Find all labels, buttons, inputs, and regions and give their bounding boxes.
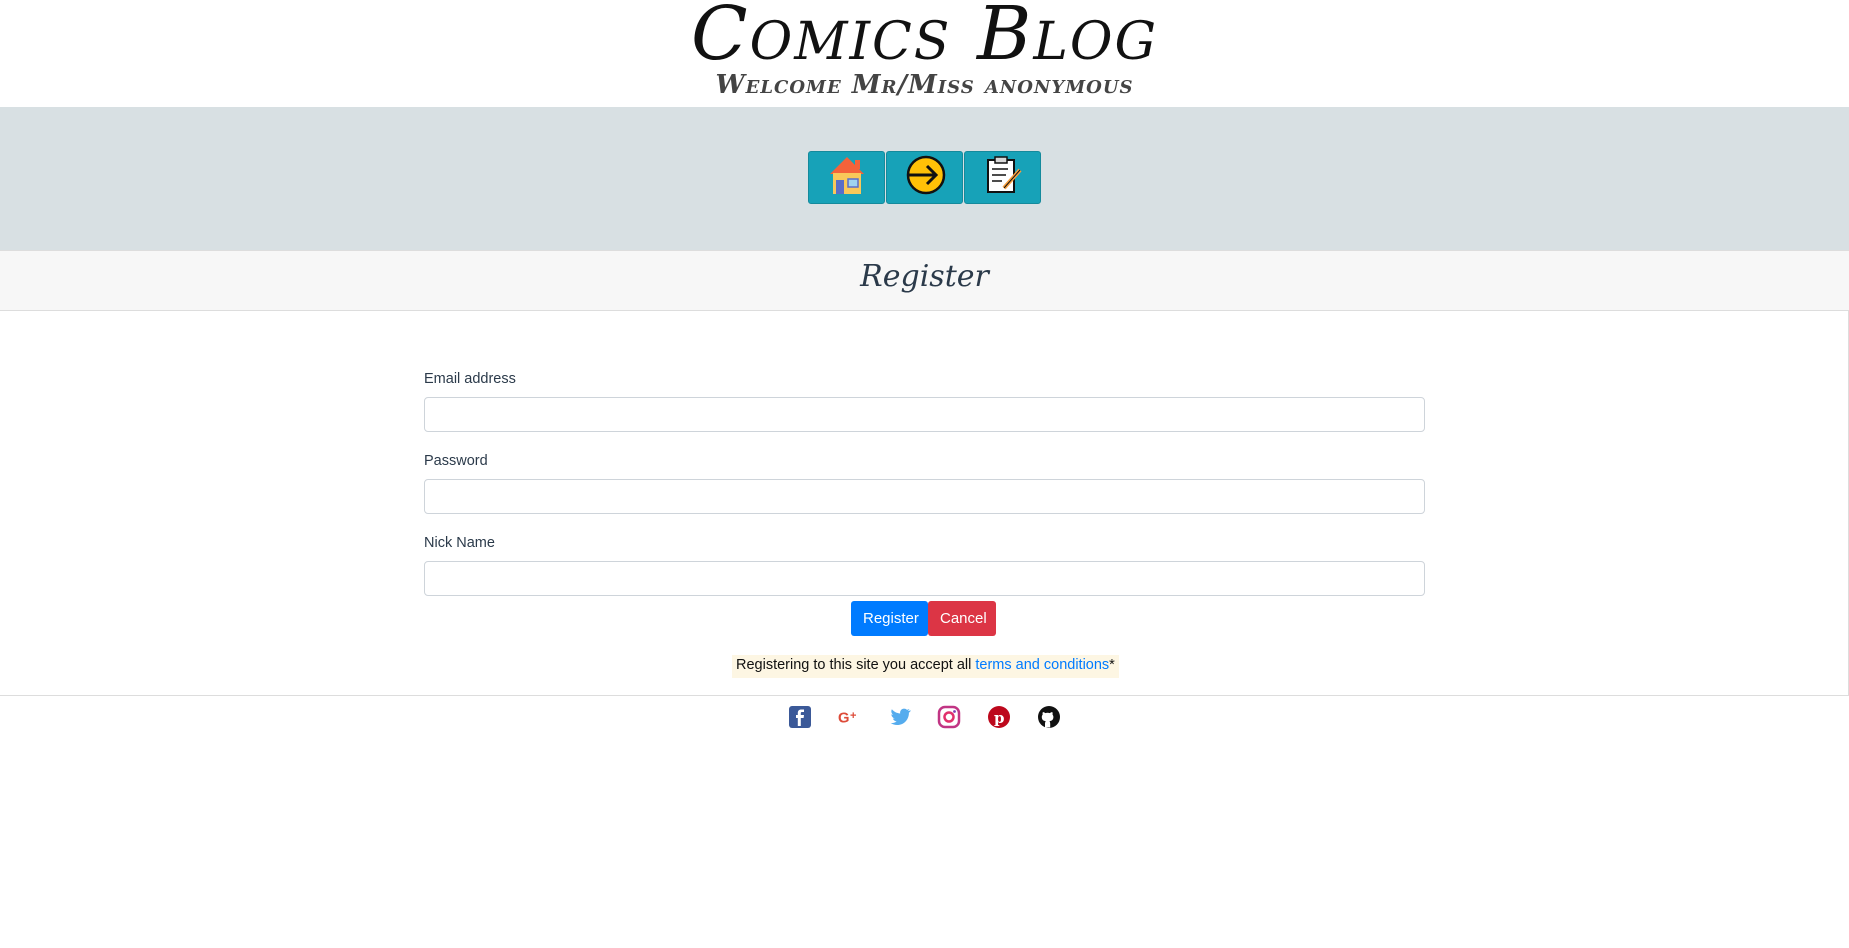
twitter-icon[interactable] xyxy=(888,705,912,729)
nickname-label: Nick Name xyxy=(424,535,495,551)
google-plus-icon[interactable]: G + xyxy=(838,705,862,729)
login-icon xyxy=(903,153,947,202)
footer: G + p xyxy=(0,700,1849,730)
cancel-button[interactable]: Cancel xyxy=(928,601,996,636)
terms-link[interactable]: terms and conditions xyxy=(975,657,1109,673)
nickname-field[interactable] xyxy=(424,561,1425,596)
password-label: Password xyxy=(424,453,488,469)
welcome-message: Welcome Mr/Miss anonymous xyxy=(715,70,1134,100)
nav-button-group xyxy=(808,151,1042,204)
terms-text: Registering to this site you accept all xyxy=(736,657,976,673)
login-button[interactable] xyxy=(886,151,963,204)
site-header: Comics Blog Welcome Mr/Miss anonymous xyxy=(0,0,1849,107)
pinterest-icon[interactable]: p xyxy=(987,705,1011,729)
home-icon xyxy=(827,154,867,201)
site-title: Comics Blog xyxy=(690,0,1159,77)
terms-notice: Registering to this site you accept all … xyxy=(732,655,1119,678)
svg-text:p: p xyxy=(994,709,1005,727)
password-field[interactable] xyxy=(424,479,1425,514)
instagram-icon[interactable] xyxy=(937,705,961,729)
home-button[interactable] xyxy=(808,151,885,204)
terms-asterisk: * xyxy=(1109,657,1115,673)
email-field[interactable] xyxy=(424,397,1425,432)
facebook-icon[interactable] xyxy=(788,705,812,729)
register-form: Email address Password Nick Name xyxy=(424,371,1425,617)
register-nav-button[interactable] xyxy=(964,151,1041,204)
nav-bar xyxy=(0,107,1849,250)
email-label: Email address xyxy=(424,371,516,387)
form-actions: Register Cancel xyxy=(851,601,996,636)
register-header: Register xyxy=(0,250,1849,311)
register-button[interactable]: Register xyxy=(851,601,928,636)
register-card: Email address Password Nick Name Registe… xyxy=(0,311,1849,696)
svg-text:+: + xyxy=(850,710,857,722)
register-icon xyxy=(982,154,1024,201)
github-icon[interactable] xyxy=(1037,705,1061,729)
page-title: Register xyxy=(860,259,989,294)
svg-text:G: G xyxy=(838,711,849,727)
